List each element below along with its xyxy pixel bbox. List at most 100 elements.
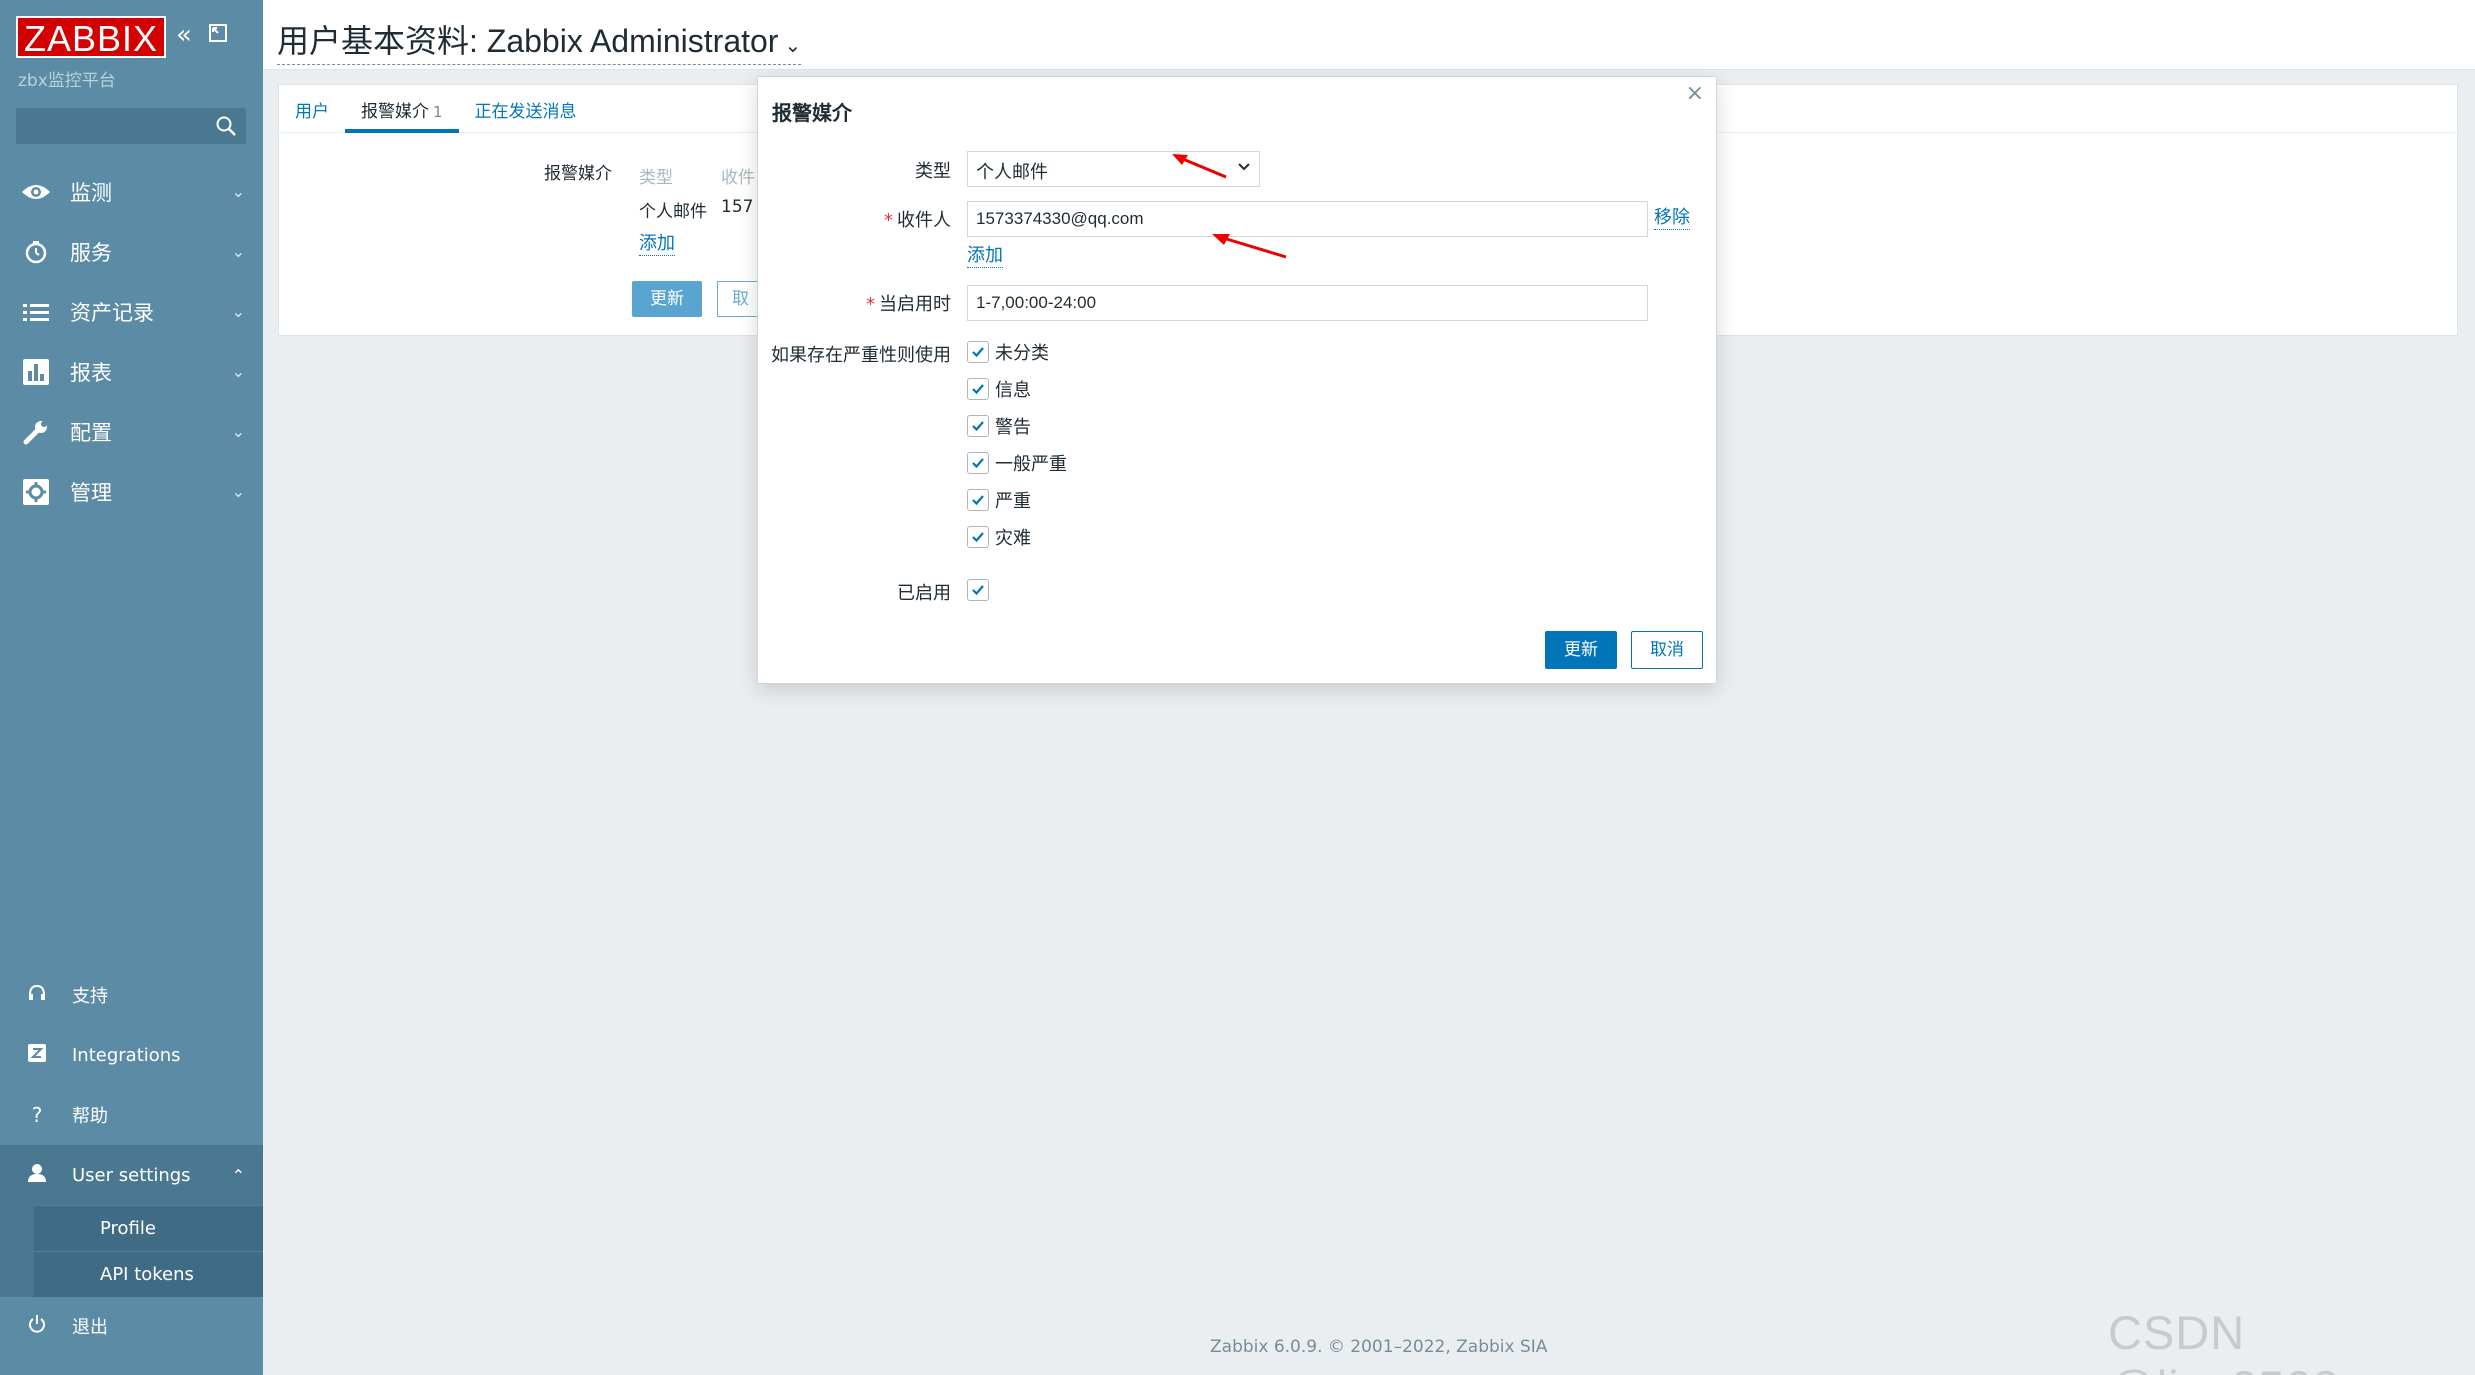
list-icon [20,296,52,328]
media-label: 报警媒介 [544,164,612,184]
tab-media[interactable]: 报警媒介 1 [345,85,459,133]
eye-icon [20,176,52,208]
dialog-title: 报警媒介 [772,101,852,125]
dialog-cancel-button[interactable]: 取消 [1631,631,1703,669]
checkbox-checked[interactable] [967,526,989,548]
checkbox-checked[interactable] [967,415,989,437]
watermark: CSDN @liux3528 [2108,1306,2339,1375]
checkbox-label: 未分类 [995,343,1049,364]
nav-label: 退出 [72,1317,108,1338]
chevron-down-icon: ⌄ [231,182,245,201]
main-nav: 监测 ⌄ 服务 ⌄ 资产记录 ⌄ 报表 ⌄ 配置 ⌄ 管理 ⌄ [0,162,263,522]
severity-not-classified[interactable]: 未分类 [967,339,1049,365]
checkbox-checked[interactable] [967,452,989,474]
user-settings-submenu: Profile API tokens [0,1205,263,1297]
nav-label: User settings [72,1164,191,1186]
tab-messaging[interactable]: 正在发送消息 [459,85,593,133]
nav-item-support[interactable]: 支持 [0,965,263,1025]
search-icon[interactable] [215,115,237,137]
page-title[interactable]: 用户基本资料: Zabbix Administrator ⌄ [277,16,802,65]
severity-average[interactable]: 一般严重 [967,450,1067,476]
clock-icon [20,236,52,268]
severity-information[interactable]: 信息 [967,376,1031,402]
z-icon [26,1043,48,1067]
checkbox-label: 一般严重 [995,454,1067,475]
headset-icon [26,983,48,1007]
nav-label: 资产记录 [70,301,154,325]
power-icon [26,1314,48,1339]
close-icon[interactable]: × [1686,81,1704,106]
chevron-down-icon: ⌄ [231,302,245,321]
collapse-sidebar-icon[interactable]: « [176,20,192,50]
media-dialog: 报警媒介 × 类型 个人邮件 * 收件人 1573374330@qq.com 移除… [757,76,1717,684]
annotation-arrow-icon [1172,154,1227,179]
submenu-item-api-tokens[interactable]: API tokens [34,1251,263,1297]
enabled-label: 已启用 [897,583,951,604]
checkbox-checked[interactable] [967,341,989,363]
enabled-checkbox-row[interactable] [967,577,995,603]
sidebar: ZABBIX « zbx监控平台 监测 ⌄ 服务 ⌄ 资产记录 ⌄ 报表 ⌄ 配… [0,0,263,1375]
submenu-item-profile[interactable]: Profile [34,1205,263,1251]
nav-label: 监测 [70,181,112,205]
logo-row: ZABBIX [16,16,167,59]
sidebar-tools: « [176,20,228,50]
nav-item-configuration[interactable]: 配置 ⌄ [0,402,263,462]
annotation-arrow-icon [1212,234,1287,259]
nav-item-logout[interactable]: 退出 [0,1296,263,1356]
gear-icon [20,476,52,508]
tab-label: 用户 [295,102,329,122]
type-label: 类型 [915,161,951,182]
checkbox-label: 严重 [995,491,1031,512]
chevron-down-icon: ⌄ [784,35,802,57]
remove-sendto-link[interactable]: 移除 [1654,207,1690,230]
checkbox-checked[interactable] [967,579,989,601]
page-title-text: 用户基本资料: Zabbix Administrator [277,23,779,59]
nav-item-reports[interactable]: 报表 ⌄ [0,342,263,402]
nav-item-services[interactable]: 服务 ⌄ [0,222,263,282]
kiosk-mode-icon[interactable] [208,20,228,50]
dialog-update-button[interactable]: 更新 [1545,631,1617,669]
chevron-down-icon: ⌄ [231,242,245,261]
column-header-type: 类型 [639,168,673,188]
nav-label: 报表 [70,361,112,385]
nav-label: 支持 [72,986,108,1007]
nav-item-integrations[interactable]: Integrations [0,1025,263,1085]
severity-disaster[interactable]: 灾难 [967,524,1031,550]
chevron-down-icon: ⌄ [231,482,245,501]
severity-high[interactable]: 严重 [967,487,1031,513]
page-header: 用户基本资料: Zabbix Administrator ⌄ [263,0,2475,70]
nav-item-administration[interactable]: 管理 ⌄ [0,462,263,522]
chevron-down-icon: ⌄ [231,362,245,381]
sidebar-search-input[interactable] [16,108,246,144]
nav-label: 配置 [70,421,112,445]
tab-user[interactable]: 用户 [279,85,345,133]
nav-item-user-settings[interactable]: User settings ⌃ [0,1145,263,1205]
nav-item-inventory[interactable]: 资产记录 ⌄ [0,282,263,342]
when-active-input[interactable]: 1-7,00:00-24:00 [967,285,1648,321]
update-button[interactable]: 更新 [632,281,702,317]
sendto-input[interactable]: 1573374330@qq.com [967,201,1648,237]
bar-chart-icon [20,356,52,388]
sidebar-bottom-nav: 支持 Integrations ? 帮助 User settings ⌃ Pro… [0,965,263,1297]
tab-label: 正在发送消息 [474,102,577,122]
nav-item-help[interactable]: ? 帮助 [0,1085,263,1145]
zabbix-logo[interactable]: ZABBIX [16,16,167,59]
logout-area: 退出 [0,1296,263,1356]
add-media-link[interactable]: 添加 [639,229,675,256]
question-icon: ? [31,1103,43,1127]
add-sendto-link[interactable]: 添加 [967,245,1003,268]
checkbox-checked[interactable] [967,378,989,400]
footer: Zabbix 6.0.9. © 2001–2022, Zabbix SIA [1210,1337,1548,1357]
user-icon [26,1163,48,1188]
nav-label: 帮助 [72,1106,108,1127]
severity-label: 如果存在严重性则使用 [771,345,951,366]
nav-item-monitoring[interactable]: 监测 ⌄ [0,162,263,222]
chevron-down-icon: ⌄ [231,422,245,441]
chevron-up-icon: ⌃ [231,1165,245,1185]
checkbox-checked[interactable] [967,489,989,511]
wrench-icon [20,416,52,448]
checkbox-label: 信息 [995,380,1031,401]
severity-warning[interactable]: 警告 [967,413,1031,439]
when-active-label: * 当启用时 [866,294,951,315]
cell-type[interactable]: 个人邮件 [639,197,707,222]
